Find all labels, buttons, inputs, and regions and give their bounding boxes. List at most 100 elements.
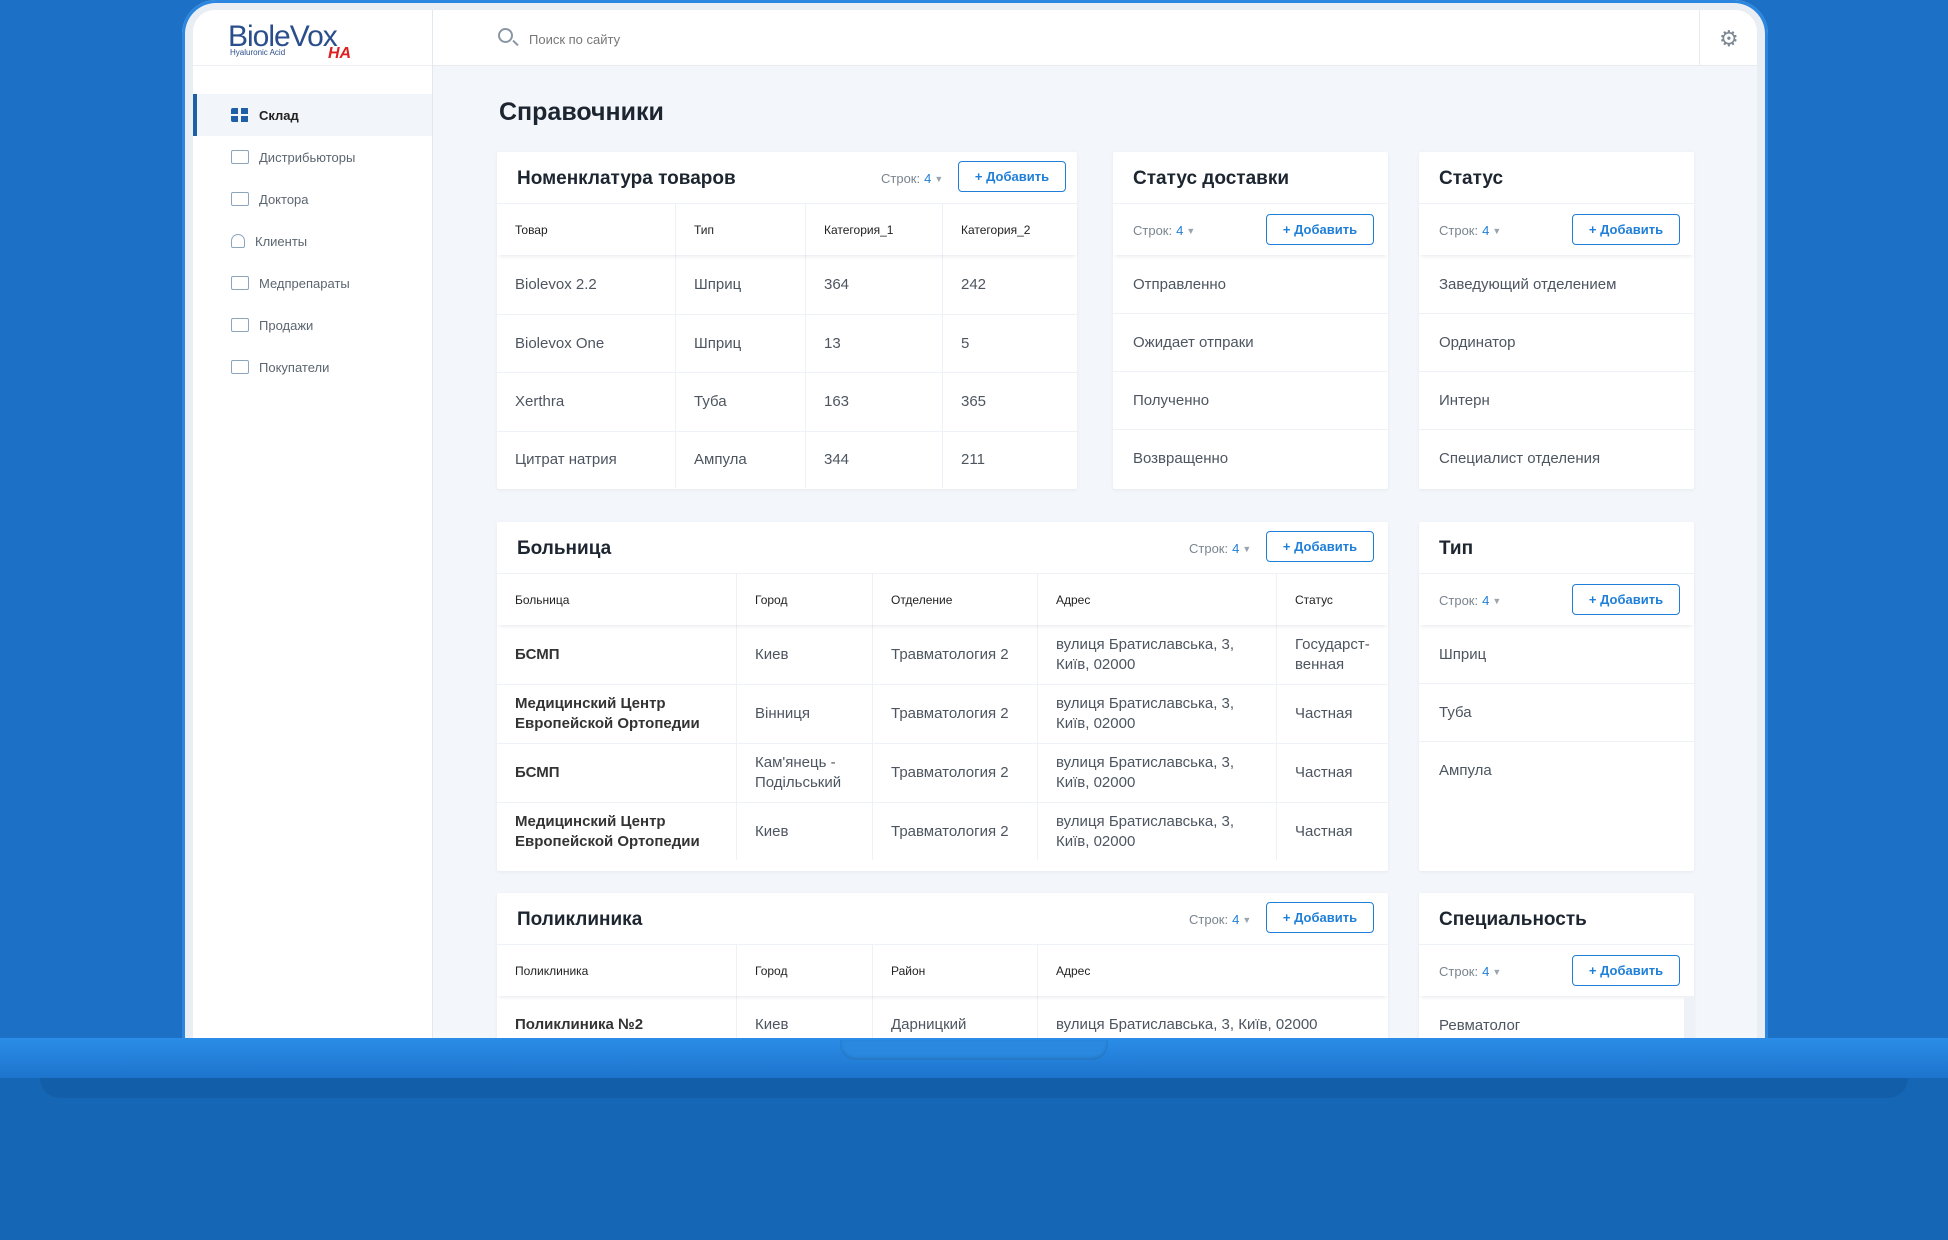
list-item[interactable]: Ожидает отпраки — [1113, 313, 1388, 371]
table-cell: Ампула — [676, 432, 806, 488]
table-cell: Туба — [676, 373, 806, 431]
table-cell: 364 — [806, 255, 943, 314]
specialty-card: Специальность Строк: 4 ▼ + Добавить Ревм… — [1419, 893, 1694, 1040]
table-header: Товар Тип Категория_1 Категория_2 — [497, 203, 1077, 255]
table-row[interactable]: Медицинский Центр Европейской Ортопедии … — [497, 684, 1388, 743]
columns-icon — [231, 318, 249, 332]
sidebar-item-sales[interactable]: Продажи — [193, 304, 432, 346]
column-header[interactable]: Город — [737, 945, 873, 996]
add-button[interactable]: + Добавить — [1572, 955, 1680, 986]
table-cell: Травматология 2 — [873, 625, 1038, 684]
column-header[interactable]: Категория_2 — [943, 204, 1077, 255]
table-header: Больница Город Отделение Адрес Статус — [497, 573, 1388, 625]
sidebar-item-medications[interactable]: Медпрепараты — [193, 262, 432, 304]
card-toolbar: Строк: 4 ▼ + Добавить — [1113, 203, 1388, 255]
sidebar-item-label: Покупатели — [259, 359, 330, 375]
table-cell: вулиця Братиславська, 3, Київ, 02000 — [1038, 803, 1277, 860]
column-header[interactable]: Район — [873, 945, 1038, 996]
sidebar-item-doctors[interactable]: Доктора — [193, 178, 432, 220]
rows-selector[interactable]: Строк: 4 ▼ — [1189, 912, 1251, 927]
list-item[interactable]: Шприц — [1419, 625, 1694, 683]
card-header: Тип — [1419, 522, 1694, 573]
rows-label: Строк: — [1439, 964, 1479, 979]
table-row[interactable]: Biolevox One Шприц 13 5 — [497, 314, 1077, 372]
list-item[interactable]: Специалист отделения — [1419, 429, 1694, 487]
rows-selector[interactable]: Строк: 4 ▼ — [1439, 593, 1501, 608]
scrollbar[interactable] — [1684, 996, 1694, 1040]
list-item[interactable]: Интерн — [1419, 371, 1694, 429]
chevron-down-icon: ▼ — [934, 173, 944, 184]
list-item[interactable]: Туба — [1419, 683, 1694, 741]
add-button[interactable]: + Добавить — [1572, 214, 1680, 245]
rows-selector[interactable]: Строк: 4 ▼ — [1439, 964, 1501, 979]
sidebar-item-buyers[interactable]: Покупатели — [193, 346, 432, 388]
add-button[interactable]: + Добавить — [1266, 214, 1374, 245]
logo[interactable]: BioleVox Hyaluronic Acid HA — [193, 10, 432, 66]
table-row[interactable]: Цитрат натрия Ампула 344 211 — [497, 431, 1077, 488]
rows-value: 4 — [1482, 593, 1490, 608]
add-button[interactable]: + Добавить — [1266, 531, 1374, 562]
delivery-status-card: Статус доставки Строк: 4 ▼ + Добавить От… — [1113, 152, 1388, 489]
table-row[interactable]: Biolevox 2.2 Шприц 364 242 — [497, 255, 1077, 314]
list-item[interactable]: Заведующий отделением — [1419, 255, 1694, 313]
table-row[interactable]: Медицинский Центр Европейской Ортопедии … — [497, 802, 1388, 860]
rows-label: Строк: — [1439, 593, 1479, 608]
nomenclature-card: Номенклатура товаров Строк: 4 ▼ + Добави… — [497, 152, 1077, 489]
add-button[interactable]: + Добавить — [1572, 584, 1680, 615]
column-header[interactable]: Тип — [676, 204, 806, 255]
rows-selector[interactable]: Строк: 4 ▼ — [1133, 223, 1195, 238]
column-header[interactable]: Адрес — [1038, 945, 1388, 996]
column-header[interactable]: Больница — [497, 574, 737, 625]
card-title: Статус — [1439, 168, 1504, 189]
table-cell: Киев — [737, 996, 873, 1040]
chevron-down-icon: ▼ — [1492, 595, 1502, 606]
column-header[interactable]: Поликлиника — [497, 945, 737, 996]
add-button[interactable]: + Добавить — [958, 161, 1066, 192]
divider — [1699, 10, 1700, 66]
rows-label: Строк: — [1133, 223, 1173, 238]
table-cell: Дарницкий — [873, 996, 1038, 1040]
column-header[interactable]: Отделение — [873, 574, 1038, 625]
rows-label: Строк: — [881, 171, 921, 186]
card-title: Больница — [517, 538, 612, 559]
rows-selector[interactable]: Строк: 4 ▼ — [881, 171, 943, 186]
gear-icon[interactable]: ⚙ — [1719, 28, 1739, 50]
chevron-down-icon: ▼ — [1242, 543, 1252, 554]
column-header[interactable]: Статус — [1277, 574, 1388, 625]
table-row[interactable]: Xerthra Туба 163 365 — [497, 372, 1077, 431]
list-item[interactable]: Возвращенно — [1113, 429, 1388, 487]
add-button[interactable]: + Добавить — [1266, 902, 1374, 933]
table-cell: БСМП — [497, 625, 737, 684]
column-header[interactable]: Адрес — [1038, 574, 1277, 625]
table-row[interactable]: БСМП Киев Травматология 2 вулиця Братисл… — [497, 625, 1388, 684]
list-item[interactable]: Ординатор — [1419, 313, 1694, 371]
list-item[interactable]: Ревматолог — [1419, 996, 1694, 1040]
app-screen: BioleVox Hyaluronic Acid HA Склад Дистри… — [193, 10, 1757, 1040]
table-row[interactable]: БСМП Кам'янець - Подільський Травматолог… — [497, 743, 1388, 802]
hospital-card: Больница Строк: 4 ▼ + Добавить Больница … — [497, 522, 1388, 871]
rows-selector[interactable]: Строк: 4 ▼ — [1439, 223, 1501, 238]
column-header[interactable]: Категория_1 — [806, 204, 943, 255]
rows-label: Строк: — [1189, 912, 1229, 927]
table-cell: 365 — [961, 393, 987, 410]
background-lower — [0, 1075, 1948, 1240]
chevron-down-icon: ▼ — [1492, 225, 1502, 236]
table-cell: БСМП — [497, 744, 737, 802]
list-item[interactable]: Полученно — [1113, 371, 1388, 429]
sidebar-item-warehouse[interactable]: Склад — [193, 94, 432, 136]
table-cell: Поликлиника №2 — [497, 996, 737, 1040]
chevron-down-icon: ▼ — [1242, 914, 1252, 925]
sidebar-item-distributors[interactable]: Дистрибьюторы — [193, 136, 432, 178]
list-item[interactable]: Ампула — [1419, 741, 1694, 799]
columns-icon — [231, 360, 249, 374]
column-header[interactable]: Город — [737, 574, 873, 625]
sidebar-item-clients[interactable]: Клиенты — [193, 220, 432, 262]
table-cell: 5 — [961, 334, 970, 352]
list-item[interactable]: Отправленно — [1113, 255, 1388, 313]
topbar: ⚙ — [433, 10, 1757, 66]
column-header[interactable]: Товар — [497, 204, 676, 255]
table-cell: Кам'янець - Подільський — [737, 744, 873, 802]
table-row[interactable]: Поликлиника №2 Киев Дарницкий вулиця Бра… — [497, 996, 1388, 1040]
rows-selector[interactable]: Строк: 4 ▼ — [1189, 541, 1251, 556]
search-input[interactable] — [529, 28, 929, 50]
